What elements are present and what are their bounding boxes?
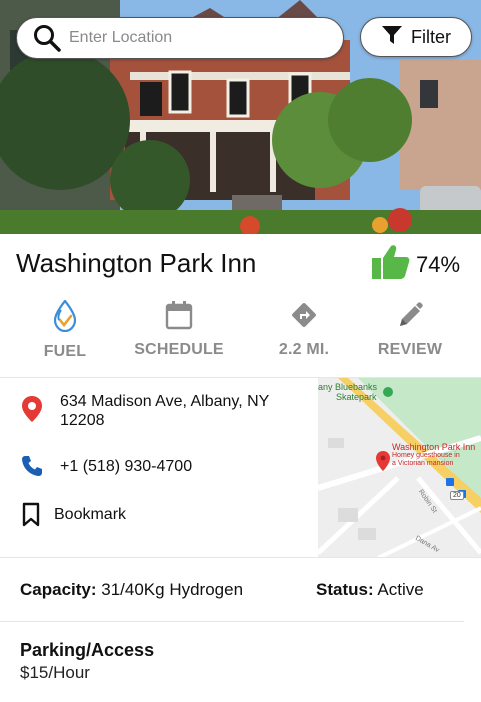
bookmark-icon <box>20 502 42 533</box>
fuel-action[interactable]: FUEL <box>10 299 120 361</box>
parking-value: $15/Hour <box>20 663 90 682</box>
status-value: Active <box>377 580 424 599</box>
location-pin-icon <box>20 392 44 428</box>
map-thumbnail[interactable]: any Bluebanks Skatepark Washington Park … <box>318 378 481 558</box>
filter-label: Filter <box>411 26 451 47</box>
search-icon <box>31 22 63 54</box>
schedule-action[interactable]: SCHEDULE <box>124 300 234 359</box>
fuel-label: FUEL <box>43 343 87 360</box>
capacity-row: Capacity: 31/40Kg Hydrogen <box>20 580 243 600</box>
map-park-label-2: Skatepark <box>336 392 377 402</box>
directions-icon <box>290 300 318 335</box>
calendar-icon <box>165 300 193 335</box>
status-label: Status: <box>316 580 374 599</box>
rating-percentage: 74% <box>416 251 461 277</box>
action-row: FUEL SCHEDULE 2.2 MI. REVIEW <box>0 299 481 366</box>
map-place-sub-1: Homey guesthouse in <box>392 452 460 459</box>
search-bar[interactable] <box>16 17 344 59</box>
map-place-label: Washington Park Inn <box>392 442 476 452</box>
transit-stop-icon <box>446 478 454 486</box>
distance-label: 2.2 MI. <box>278 341 330 358</box>
review-label: REVIEW <box>377 341 443 358</box>
divider <box>0 557 481 558</box>
place-title: Washington Park Inn <box>16 248 257 278</box>
bookmark-text: Bookmark <box>54 506 127 523</box>
map-park-label: any Bluebanks <box>318 382 378 392</box>
capacity-label: Capacity: <box>20 580 97 599</box>
phone-icon <box>20 454 44 483</box>
map-route-badge: 20 <box>450 491 464 500</box>
divider <box>0 621 464 622</box>
schedule-label: SCHEDULE <box>134 341 224 358</box>
address-text: 634 Madison Ave, Albany, NY 12208 <box>60 393 270 429</box>
map-place-sub-2: a Victorian mansion <box>392 460 454 467</box>
phone-text: +1 (518) 930-4700 <box>60 458 193 475</box>
rating: 74% <box>372 244 460 285</box>
title-row: Washington Park Inn 74% <box>0 234 481 292</box>
pencil-icon <box>396 300 424 335</box>
bookmark-row[interactable]: Bookmark <box>20 502 126 533</box>
filter-funnel-icon <box>381 25 403 50</box>
status-row: Status: Active <box>316 580 424 600</box>
search-input[interactable] <box>69 29 319 47</box>
map-illustration <box>318 378 481 558</box>
phone-row[interactable]: +1 (518) 930-4700 <box>20 454 192 483</box>
parking-title: Parking/Access <box>20 640 155 660</box>
filter-button[interactable]: Filter <box>360 17 472 57</box>
contact-info: 634 Madison Ave, Albany, NY 12208 +1 (51… <box>0 378 318 558</box>
review-action[interactable]: REVIEW <box>355 300 465 359</box>
thumbs-up-icon[interactable] <box>372 244 410 285</box>
directions-action[interactable]: 2.2 MI. <box>249 300 359 359</box>
fuel-drop-icon <box>52 299 78 337</box>
address-row[interactable]: 634 Madison Ave, Albany, NY 12208 <box>20 392 280 430</box>
capacity-value: 31/40Kg Hydrogen <box>101 580 244 599</box>
